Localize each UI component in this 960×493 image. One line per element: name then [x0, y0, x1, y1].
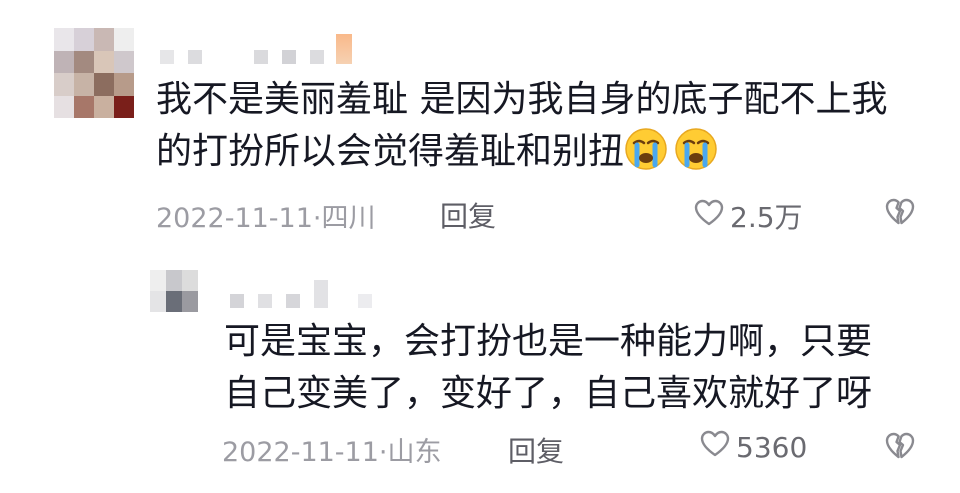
avatar[interactable] [150, 270, 198, 312]
reply-button[interactable]: 回复 [508, 430, 564, 470]
reply-button[interactable]: 回复 [440, 195, 496, 235]
comment-text-line-2: 的打扮所以会觉得羞耻和别扭 [156, 126, 887, 178]
comment-text-line-2-text: 的打扮所以会觉得羞耻和别扭 [156, 131, 625, 172]
comment-text-line-1: 我不是美丽羞耻 是因为我自身的底子配不上我 [156, 79, 888, 120]
reply-text: 可是宝宝，会打扮也是一种能力啊，只要 自己变美了，变好了，自己喜欢就好了呀 [224, 316, 872, 420]
username-blurred[interactable] [230, 280, 386, 308]
dislike-button[interactable] [885, 432, 915, 464]
comment-text: 我不是美丽羞耻 是因为我自身的底子配不上我 的打扮所以会觉得羞耻和别扭 [156, 74, 887, 178]
like-button[interactable]: 5360 [700, 430, 807, 465]
dislike-button[interactable] [885, 198, 915, 230]
meta-separator: · [312, 203, 322, 234]
meta-separator: · [378, 437, 388, 468]
comment-meta: 2022-11-11·四川 [156, 196, 376, 235]
crying-face-icon [624, 128, 674, 172]
reply-text-line-1: 可是宝宝，会打扮也是一种能力啊，只要 [224, 321, 873, 362]
broken-heart-icon [885, 432, 915, 464]
reply-date: 2022-11-11 [222, 437, 379, 468]
broken-heart-icon [885, 198, 915, 230]
avatar[interactable] [54, 28, 134, 118]
like-button[interactable]: 2.5万 [694, 196, 803, 236]
heart-outline-icon [700, 430, 736, 465]
comment-location: 四川 [321, 203, 376, 234]
reply-location: 山东 [387, 437, 442, 468]
comment-date: 2022-11-11 [156, 203, 313, 234]
like-count: 5360 [736, 431, 808, 464]
username-blurred[interactable] [160, 34, 366, 64]
like-count: 2.5万 [730, 201, 803, 234]
crying-face-icon [674, 128, 724, 172]
heart-outline-icon [694, 199, 730, 234]
reply-text-line-2: 自己变美了，变好了，自己喜欢就好了呀 [224, 373, 873, 414]
reply-meta: 2022-11-11·山东 [222, 430, 442, 469]
